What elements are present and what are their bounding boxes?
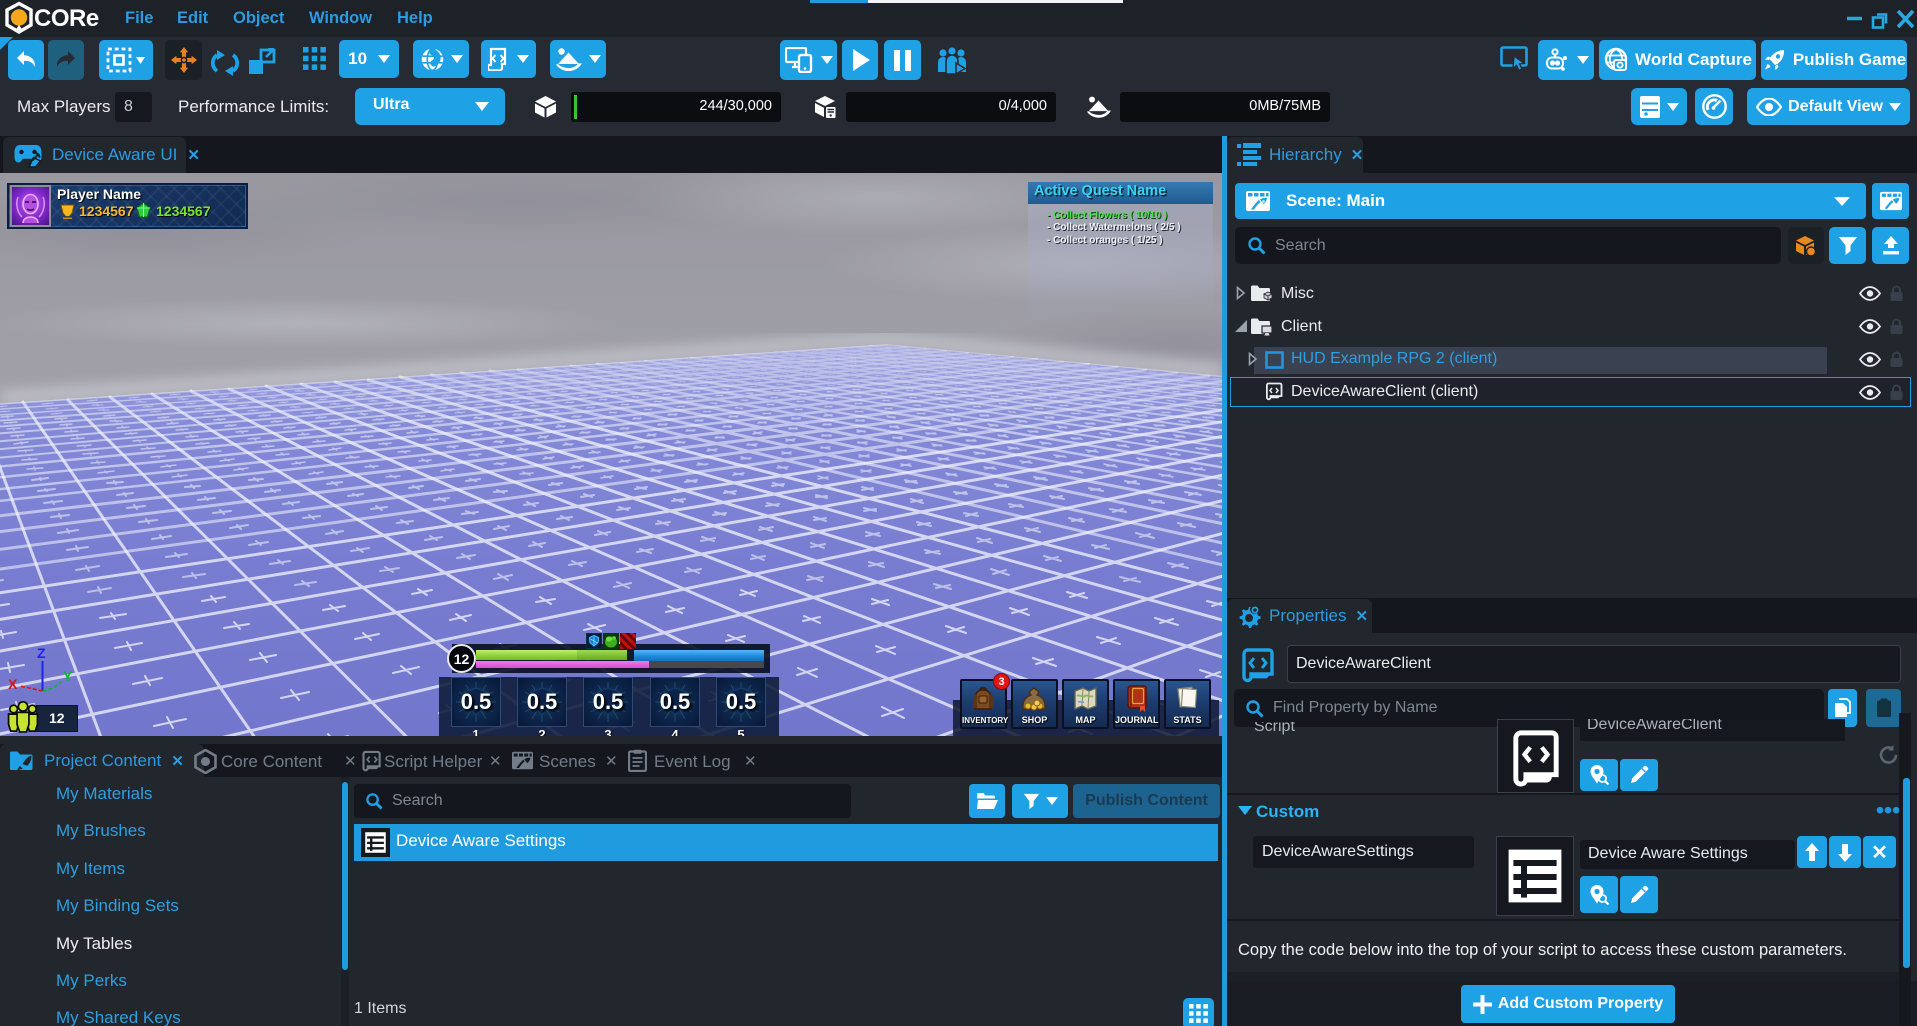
svg-text:Y: Y — [63, 668, 73, 684]
svg-text:Z: Z — [37, 645, 46, 661]
svg-text:CORe: CORe — [34, 5, 99, 32]
svg-text:X: X — [8, 676, 18, 692]
